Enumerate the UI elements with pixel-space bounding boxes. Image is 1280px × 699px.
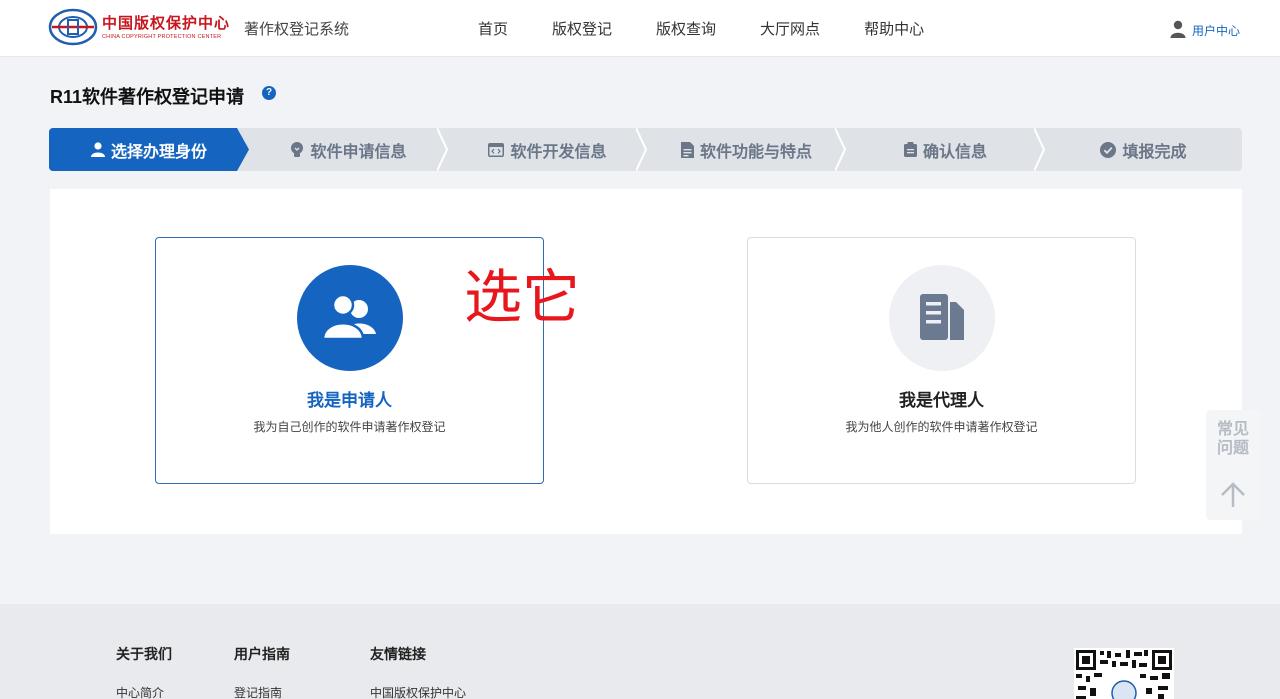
nav-home[interactable]: 首页 [478, 18, 508, 39]
step-label: 软件功能与特点 [699, 143, 812, 161]
check-circle-icon [1100, 141, 1117, 158]
identity-selection-panel: 我是申请人 我为自己创作的软件申请著作权登记 我是代理人 我为他人创作的软件申请… [50, 189, 1242, 534]
step-label: 软件开发信息 [510, 143, 607, 161]
agent-title: 我是代理人 [899, 391, 984, 410]
page-footer: 关于我们 中心简介 用户指南 登记指南 友情链接 中国版权保护中心 [0, 604, 1280, 699]
page-title: R11软件著作权登记申请 [50, 87, 245, 107]
step-label: 确认信息 [922, 143, 987, 161]
footer-link-center-intro[interactable]: 中心简介 [116, 684, 172, 699]
step-software-features[interactable]: 软件功能与特点 [647, 128, 846, 171]
footer-link-ccpc[interactable]: 中国版权保护中心 [370, 684, 466, 699]
step-label: 填报完成 [1122, 143, 1187, 161]
logo-text-en: CHINA COPYRIGHT PROTECTION CENTER [102, 34, 222, 40]
lightbulb-icon [291, 141, 304, 157]
applicant-description: 我为自己创作的软件申请著作权登记 [253, 420, 446, 434]
nav-help-center[interactable]: 帮助中心 [864, 18, 924, 39]
applicant-title: 我是申请人 [307, 391, 392, 410]
faq-float-panel[interactable]: 常见问题 [1206, 410, 1260, 520]
footer-heading: 关于我们 [116, 646, 172, 662]
step-select-identity[interactable]: 选择办理身份 [49, 128, 249, 171]
footer-heading: 友情链接 [370, 646, 426, 662]
step-complete[interactable]: 填报完成 [1045, 128, 1242, 171]
system-title: 著作权登记系统 [244, 21, 350, 38]
user-center-label: 用户中心 [1192, 24, 1241, 38]
nav-service-halls[interactable]: 大厅网点 [760, 18, 820, 39]
annotation-text: 选它 [464, 263, 581, 331]
question-circle-icon[interactable]: ? [262, 86, 276, 100]
documents-icon [889, 265, 995, 371]
code-window-icon [488, 142, 505, 157]
top-header: 中国版权保护中心 CHINA COPYRIGHT PROTECTION CENT… [0, 0, 1280, 57]
user-icon [1170, 20, 1186, 38]
user-icon [90, 142, 105, 157]
agent-description: 我为他人创作的软件申请著作权登记 [845, 420, 1038, 434]
footer-column-guide: 用户指南 登记指南 [234, 644, 290, 699]
logo-text-cn: 中国版权保护中心 [102, 14, 231, 32]
footer-heading: 用户指南 [234, 646, 290, 662]
qr-code-icon [1074, 648, 1174, 699]
clipboard-icon [903, 142, 917, 157]
footer-link-registration-guide[interactable]: 登记指南 [234, 684, 290, 699]
step-confirm-info[interactable]: 确认信息 [846, 128, 1045, 171]
nav-copyright-registration[interactable]: 版权登记 [552, 18, 612, 39]
logo-icon[interactable] [48, 8, 98, 46]
main-nav: 首页 版权登记 版权查询 大厅网点 帮助中心 [478, 18, 968, 39]
step-software-development-info[interactable]: 软件开发信息 [448, 128, 647, 171]
step-label: 选择办理身份 [110, 143, 207, 161]
footer-column-links: 友情链接 中国版权保护中心 [370, 644, 466, 699]
faq-label: 常见问题 [1216, 421, 1249, 457]
progress-steps: 选择办理身份 软件申请信息 软件开发信息 软件功能与特点 确认信息 填报完成 [49, 128, 1242, 171]
user-center-link[interactable]: 用户中心 [1170, 18, 1240, 39]
document-icon [680, 141, 694, 158]
step-software-application-info[interactable]: 软件申请信息 [249, 128, 448, 171]
footer-column-about: 关于我们 中心简介 [116, 644, 172, 699]
arrow-up-icon[interactable] [1218, 480, 1248, 510]
step-label: 软件申请信息 [310, 143, 407, 161]
agent-role-card[interactable]: 我是代理人 我为他人创作的软件申请著作权登记 [747, 237, 1136, 484]
users-icon [297, 265, 403, 371]
nav-copyright-query[interactable]: 版权查询 [656, 18, 716, 39]
